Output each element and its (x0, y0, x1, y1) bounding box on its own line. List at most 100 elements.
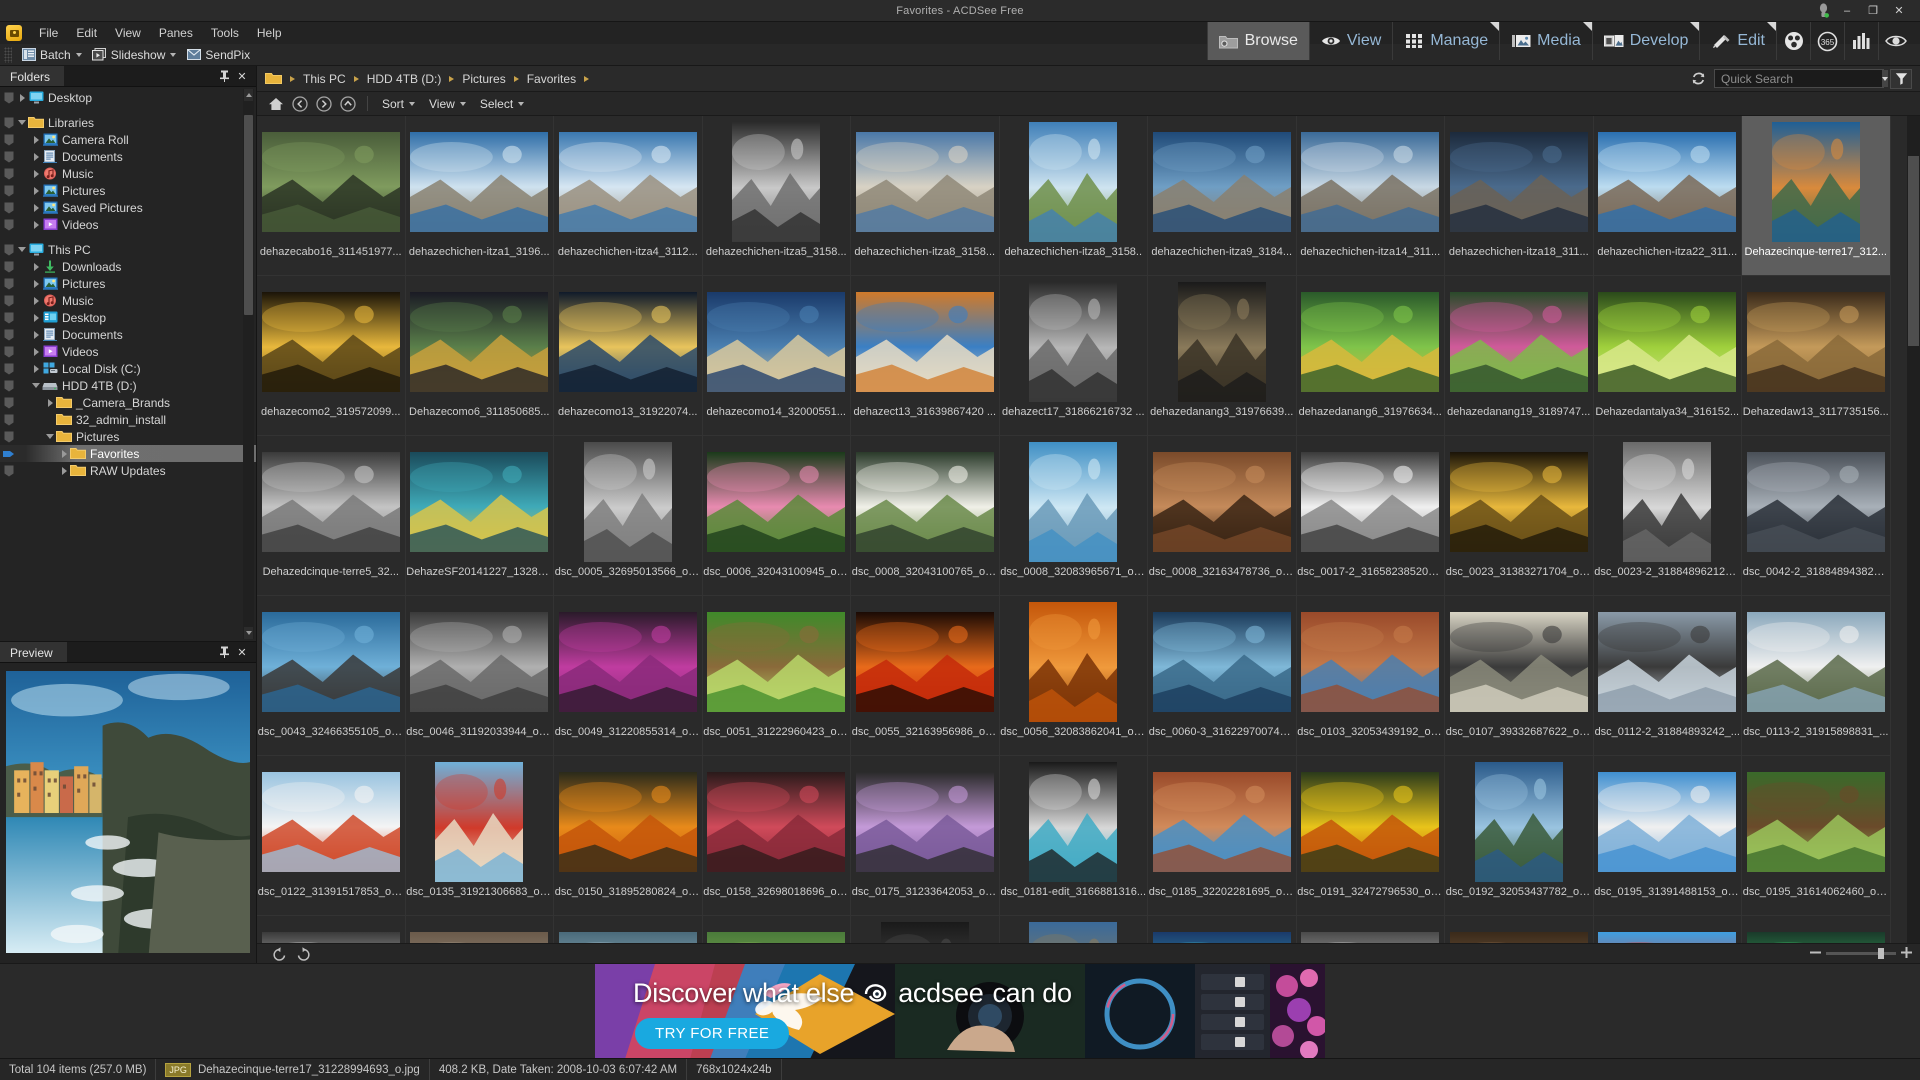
thumbnail-image[interactable] (1450, 761, 1588, 883)
thumbnail-cell[interactable]: dsc_0263_32083903821_o.j... (999, 916, 1148, 943)
expand-collapse-icon-open[interactable] (30, 379, 42, 393)
thumbnail-image[interactable] (410, 601, 549, 723)
thumbnail-image[interactable] (1746, 761, 1885, 883)
folder-tree-item-documents[interactable]: Documents (0, 148, 256, 165)
thumbnail-image[interactable] (1301, 121, 1440, 243)
folder-tree[interactable]: Desktop Libraries Camera Roll Documents Musi… (0, 87, 256, 641)
thumbnail-cell[interactable]: dsc_0122_31391517853_o.j... (257, 756, 406, 916)
thumbnail-cell[interactable]: dsc_0195_31614062460_o.j... (1742, 756, 1891, 916)
thumbnail-image[interactable] (1153, 281, 1291, 403)
expand-collapse-icon-open[interactable] (16, 243, 28, 257)
expand-collapse-icon-closed[interactable] (58, 464, 70, 478)
promo-banner[interactable]: Discover what else acdsee can do TRY FOR… (0, 963, 1920, 1058)
thumbnail-cell[interactable]: dsc_0265_31360353924_o.j... (1148, 916, 1297, 943)
thumbnail-image[interactable] (707, 121, 845, 243)
expand-collapse-icon-open[interactable] (44, 430, 56, 444)
expand-collapse-icon-closed[interactable] (30, 218, 42, 232)
thumbnail-image[interactable] (410, 921, 549, 943)
folder-tree-item-raw-updates[interactable]: RAW Updates (0, 462, 256, 479)
thumbnail-cell[interactable]: dsc_0221_32202281495_o.j... (702, 916, 851, 943)
menu-tools[interactable]: Tools (202, 24, 248, 42)
grid-scrollbar[interactable] (1907, 116, 1920, 943)
breadcrumb-this-pc[interactable]: This PC (300, 72, 349, 86)
thumbnail-image[interactable] (1746, 281, 1885, 403)
thumbnail-cell[interactable]: dsc_0293_31360353484_o.j... (1445, 916, 1594, 943)
folder-tree-item-videos[interactable]: Videos (0, 343, 256, 360)
thumbnail-image[interactable] (410, 761, 548, 883)
thumbnail-cell[interactable]: dsc_0158_32698018696_o.j... (702, 756, 851, 916)
acdsee-circles-icon[interactable] (1776, 22, 1810, 60)
thumbnail-cell[interactable]: dsc_0191_32472796530_o.j... (1296, 756, 1445, 916)
expand-collapse-icon-closed[interactable] (30, 345, 42, 359)
search-input[interactable] (1715, 71, 1882, 86)
thumbnail-cell[interactable]: dsc_0023_31383271704_o1... (1445, 436, 1594, 596)
thumbnail-cell[interactable]: dsc_0297_32028266504_o.j... (1593, 916, 1742, 943)
preview-image[interactable] (6, 671, 250, 953)
thumbnail-cell[interactable]: dsc_0008_32083965671_o.j... (999, 436, 1148, 596)
close-button[interactable]: ✕ (1886, 1, 1912, 21)
thumbnail-cell[interactable]: dsc_0060-3_31622970074_... (1148, 596, 1297, 756)
thumbnail-image[interactable] (855, 121, 994, 243)
thumbnail-image[interactable] (1746, 601, 1885, 723)
folder-tree-item-local-disk-c[interactable]: Local Disk (C:) (0, 360, 256, 377)
thumbnail-cell[interactable]: dehazect17_31866216732 ... (999, 276, 1148, 436)
sort-menu[interactable]: Sort (376, 94, 421, 114)
thumbnail-image[interactable] (1598, 281, 1737, 403)
toolbar-grip[interactable] (4, 46, 12, 63)
mode-edit[interactable]: Edit (1699, 22, 1776, 60)
thumbnail-image[interactable] (1152, 121, 1291, 243)
menu-help[interactable]: Help (248, 24, 291, 42)
thumbnail-cell[interactable]: dsc_0049_31220855314_o.j... (554, 596, 703, 756)
thumbnail-image[interactable] (558, 281, 697, 403)
thumbnail-cell[interactable]: dsc_0150_31895280824_o.j... (554, 756, 703, 916)
folder-tree-item-pictures[interactable]: Pictures (0, 275, 256, 292)
thumbnail-cell[interactable]: dsc_0207_38654802354_o.j... (257, 916, 406, 943)
expand-collapse-icon-closed[interactable] (30, 294, 42, 308)
expand-collapse-icon-closed[interactable] (16, 91, 28, 105)
thumbnail-cell[interactable]: dsc_0005_32695013566_o.j... (554, 436, 703, 596)
mode-view[interactable]: View (1308, 22, 1392, 60)
zoom-in-icon[interactable] (1901, 946, 1912, 961)
thumbnail-cell[interactable]: dehazechichen-itza18_311... (1445, 116, 1594, 276)
thumbnail-cell[interactable]: dsc_0051_31222960423_o.j... (702, 596, 851, 756)
thumbnail-cell[interactable]: dsc_0046_31192033944_o.j... (405, 596, 554, 756)
breadcrumb-hdd[interactable]: HDD 4TB (D:) (364, 72, 445, 86)
thumbnail-image[interactable] (261, 761, 400, 883)
folder-tree-item-camera-roll[interactable]: Camera Roll (0, 131, 256, 148)
thumbnail-image[interactable] (855, 601, 994, 723)
folder-tree-item-libraries[interactable]: Libraries (0, 114, 256, 131)
breadcrumb-pictures[interactable]: Pictures (459, 72, 508, 86)
close-icon[interactable]: ✕ (234, 644, 250, 660)
thumbnail-image[interactable] (1301, 281, 1440, 403)
zoom-out-icon[interactable] (1810, 947, 1821, 961)
thumbnail-cell[interactable]: Dehazecinque-terre17_312... (1742, 116, 1891, 276)
thumbnail-image[interactable] (261, 121, 400, 243)
folder-tree-item-music[interactable]: Music (0, 165, 256, 182)
forward-arrow-icon[interactable] (313, 94, 335, 114)
thumbnail-image[interactable] (1152, 761, 1291, 883)
expand-collapse-icon-closed[interactable] (30, 277, 42, 291)
thumbnail-cell[interactable]: Dehazedantalya34_316152... (1593, 276, 1742, 436)
preview-tab[interactable]: Preview (0, 642, 67, 662)
back-arrow-icon[interactable] (289, 94, 311, 114)
histogram-icon[interactable] (1844, 22, 1878, 60)
chevron-down-icon[interactable] (459, 101, 466, 106)
thumbnail-image[interactable] (559, 441, 697, 563)
thumbnail-cell[interactable]: Dehazedcinque-terre5_32... (257, 436, 406, 596)
thumbnail-cell[interactable]: dsc_0302_32829956196_o.j... (1742, 916, 1891, 943)
thumbnail-image[interactable] (1449, 921, 1588, 943)
thumbnail-cell[interactable]: dsc_0135_31921306683_o.j... (405, 756, 554, 916)
thumbnail-cell[interactable]: dehazedanang3_31976639... (1148, 276, 1297, 436)
expand-collapse-icon-closed[interactable] (44, 396, 56, 410)
thumbnail-image[interactable] (261, 921, 400, 943)
thumbnail-cell[interactable]: dsc_0175_31233642053_o.j... (851, 756, 1000, 916)
thumbnail-image[interactable] (558, 121, 697, 243)
expand-collapse-icon-closed[interactable] (30, 328, 42, 342)
expand-collapse-icon-closed[interactable] (30, 167, 42, 181)
thumbnail-image[interactable] (856, 921, 994, 943)
thumbnail-image[interactable] (410, 441, 549, 563)
thumbnail-image[interactable] (1004, 921, 1142, 943)
scrollbar-thumb[interactable] (244, 115, 253, 315)
thumbnail-cell[interactable]: dehazecomo13_31922074... (554, 276, 703, 436)
thumbnail-image[interactable] (1598, 121, 1737, 243)
